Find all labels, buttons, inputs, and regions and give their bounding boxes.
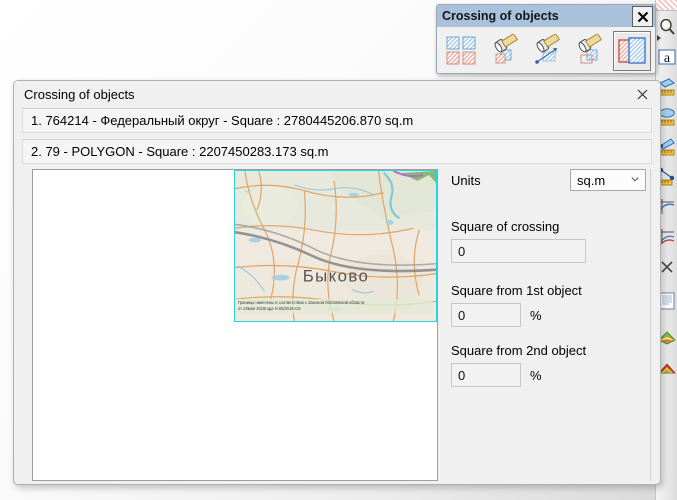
square-from-1st-object-label: Square from 1st object xyxy=(451,283,582,298)
text-a-icon: a xyxy=(658,49,676,66)
palette-toolbar xyxy=(437,27,655,71)
close-icon xyxy=(637,89,647,99)
result-row-1[interactable]: 1. 764214 - Федеральный округ - Square :… xyxy=(22,108,652,133)
units-row: Units sq.m xyxy=(451,169,646,191)
palette-close-button[interactable] xyxy=(632,6,653,27)
dialog-body: Быково Границы нанесены в соответствии с… xyxy=(14,169,660,484)
units-label: Units xyxy=(451,172,481,188)
square-of-crossing-label: Square of crossing xyxy=(451,219,560,234)
overlap-area-icon xyxy=(618,37,646,64)
flashlight-arrow-icon xyxy=(535,34,560,64)
palette-tool-flashlight-arrow[interactable] xyxy=(528,31,566,71)
toolbar-item-magnifier[interactable] xyxy=(656,12,677,42)
svg-text:Быково: Быково xyxy=(303,267,369,286)
flashlight-single-icon xyxy=(578,34,603,64)
palette-title-text: Crossing of objects xyxy=(442,9,559,23)
map-legend-line2: от 23мая 2018года N 68/2018-ОЗ xyxy=(238,306,301,312)
dialog-title-bar: Crossing of objects xyxy=(14,81,660,108)
map-legend: Границы нанесены в соответствии с Законо… xyxy=(236,299,433,313)
units-value: sq.m xyxy=(577,172,606,188)
palette-title-bar: Crossing of objects xyxy=(437,5,655,27)
svg-text:a: a xyxy=(664,51,671,66)
result-text: 2. 79 - POLYGON - Square : 2207450283.17… xyxy=(31,144,329,159)
crossing-of-objects-dialog: Crossing of objects 1. 764214 - Федераль… xyxy=(13,80,661,485)
flashlight-select-icon xyxy=(494,34,518,64)
screen: a Crossing of objects Crossing of object… xyxy=(0,0,677,500)
toolbar-top-strip xyxy=(656,0,677,11)
dropdown-marker xyxy=(657,35,661,41)
dialog-close-button[interactable] xyxy=(632,85,652,103)
result-row-2[interactable]: 2. 79 - POLYGON - Square : 2207450283.17… xyxy=(22,139,652,164)
close-x-icon xyxy=(661,261,673,273)
palette-tool-overlap-area[interactable] xyxy=(612,31,652,71)
percent-sign-1: % xyxy=(530,307,542,323)
toolbar-item-text[interactable]: a xyxy=(656,42,677,72)
crossing-of-objects-palette: Crossing of objects xyxy=(436,4,656,74)
measurement-form: Units sq.m Square of crossing 0 Square f… xyxy=(451,169,646,403)
square-from-2nd-object-row: 0 % xyxy=(451,363,646,387)
palette-tool-crossing-grid[interactable] xyxy=(443,31,481,71)
palette-tool-flashlight-select[interactable] xyxy=(485,31,523,71)
square-of-crossing-input[interactable]: 0 xyxy=(451,239,586,263)
result-text: 1. 764214 - Федеральный округ - Square :… xyxy=(31,113,414,128)
square-from-1st-object-input[interactable]: 0 xyxy=(451,303,521,327)
crossing-grid-icon xyxy=(446,36,476,65)
percent-sign-2: % xyxy=(530,367,542,383)
dialog-title-text: Crossing of objects xyxy=(24,87,135,102)
palette-tool-flashlight-single[interactable] xyxy=(570,31,608,71)
square-from-1st-object-row: 0 % xyxy=(451,303,646,327)
vertical-separator xyxy=(650,169,651,481)
square-from-2nd-object-label: Square from 2nd object xyxy=(451,343,587,358)
units-select[interactable]: sq.m xyxy=(570,169,646,191)
square-from-2nd-object-input[interactable]: 0 xyxy=(451,363,521,387)
chevron-down-icon xyxy=(631,177,639,182)
map-thumbnail[interactable]: Быково Границы нанесены в соответствии с… xyxy=(234,170,437,322)
close-icon xyxy=(637,11,648,22)
magnifier-icon xyxy=(660,19,675,35)
preview-panel[interactable]: Быково Границы нанесены в соответствии с… xyxy=(32,169,438,481)
